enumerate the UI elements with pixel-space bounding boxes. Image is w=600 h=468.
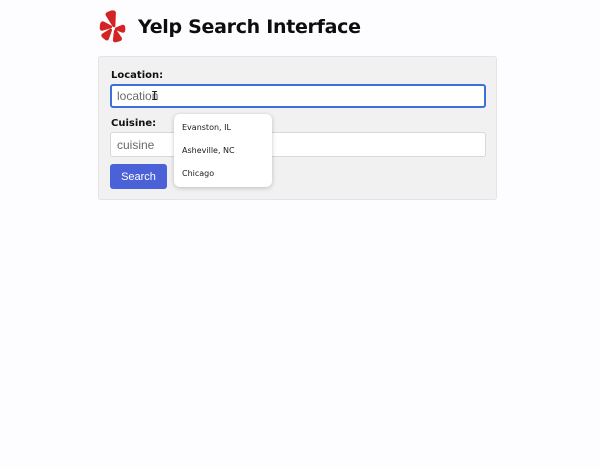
yelp-logo-icon <box>99 10 126 43</box>
suggestion-item[interactable]: Evanston, IL <box>182 123 231 132</box>
suggestion-item[interactable]: Asheville, NC <box>182 146 235 155</box>
search-form: Location: I Cuisine: Search <box>98 56 497 200</box>
page-title: Yelp Search Interface <box>138 16 361 38</box>
search-button[interactable]: Search <box>110 164 167 189</box>
page-header: Yelp Search Interface <box>98 9 361 45</box>
suggestion-item[interactable]: Chicago <box>182 169 214 178</box>
cuisine-input[interactable] <box>110 132 486 157</box>
location-label: Location: <box>111 70 164 81</box>
location-input[interactable] <box>110 84 486 108</box>
cuisine-label: Cuisine: <box>111 118 157 129</box>
location-suggestions-dropdown: Evanston, IL Asheville, NC Chicago <box>174 114 272 187</box>
